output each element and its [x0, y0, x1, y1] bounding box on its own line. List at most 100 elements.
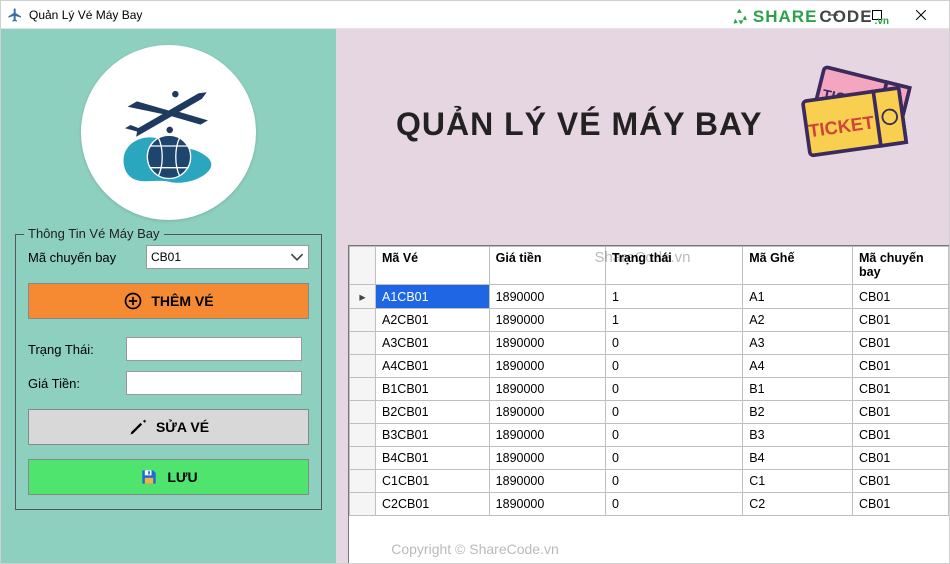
add-ticket-button[interactable]: THÊM VÉ: [28, 283, 309, 319]
table-row[interactable]: B4CB0118900000B4CB01: [350, 447, 949, 470]
cell-mave[interactable]: A4CB01: [376, 355, 490, 378]
cell-macb[interactable]: CB01: [853, 332, 949, 355]
cell-trangthai[interactable]: 0: [606, 401, 743, 424]
cell-giatien[interactable]: 1890000: [489, 355, 605, 378]
row-selector[interactable]: [350, 355, 376, 378]
cell-macb[interactable]: CB01: [853, 355, 949, 378]
cell-macb[interactable]: CB01: [853, 401, 949, 424]
row-selector[interactable]: [350, 424, 376, 447]
cell-macb[interactable]: CB01: [853, 470, 949, 493]
price-input[interactable]: [126, 371, 302, 395]
price-label: Giá Tiền:: [28, 376, 118, 391]
flight-label: Mã chuyến bay: [28, 250, 138, 265]
cell-trangthai[interactable]: 0: [606, 332, 743, 355]
cell-mave[interactable]: B4CB01: [376, 447, 490, 470]
logo: [15, 45, 322, 220]
cell-macb[interactable]: CB01: [853, 493, 949, 516]
cell-maghe[interactable]: C2: [743, 493, 853, 516]
cell-mave[interactable]: C2CB01: [376, 493, 490, 516]
cell-maghe[interactable]: B3: [743, 424, 853, 447]
row-selector[interactable]: [350, 378, 376, 401]
cell-trangthai[interactable]: 0: [606, 424, 743, 447]
cell-mave[interactable]: A1CB01: [376, 285, 490, 309]
col-maghe[interactable]: Mã Ghế: [743, 247, 853, 285]
ticket-info-fieldset: Thông Tin Vé Máy Bay Mã chuyến bay CB01 …: [15, 234, 322, 510]
close-button[interactable]: [899, 3, 943, 27]
col-giatien[interactable]: Giá tiền: [489, 247, 605, 285]
app-icon: [7, 7, 23, 23]
cell-maghe[interactable]: B4: [743, 447, 853, 470]
sharecode-text-code: CODE: [819, 7, 872, 27]
cell-maghe[interactable]: A3: [743, 332, 853, 355]
cell-maghe[interactable]: A4: [743, 355, 853, 378]
cell-maghe[interactable]: B2: [743, 401, 853, 424]
save-label: LƯU: [167, 469, 197, 485]
sharecode-text-share: SHARE: [753, 7, 818, 27]
table-row[interactable]: B1CB0118900000B1CB01: [350, 378, 949, 401]
cell-giatien[interactable]: 1890000: [489, 493, 605, 516]
cell-trangthai[interactable]: 0: [606, 378, 743, 401]
cell-giatien[interactable]: 1890000: [489, 401, 605, 424]
ticket-grid[interactable]: Mã Vé Giá tiền Trạng thái Mã Ghế Mã chuy…: [348, 245, 949, 563]
table-row[interactable]: ▸A1CB0118900001A1CB01: [350, 285, 949, 309]
cell-trangthai[interactable]: 1: [606, 309, 743, 332]
recycle-icon: [731, 7, 751, 27]
edit-ticket-button[interactable]: SỬA VÉ: [28, 409, 309, 445]
cell-giatien[interactable]: 1890000: [489, 378, 605, 401]
table-row[interactable]: A3CB0118900000A3CB01: [350, 332, 949, 355]
cell-mave[interactable]: C1CB01: [376, 470, 490, 493]
cell-mave[interactable]: B2CB01: [376, 401, 490, 424]
flight-select[interactable]: CB01: [146, 245, 309, 269]
row-selector[interactable]: [350, 309, 376, 332]
flight-select-value: CB01: [151, 250, 181, 264]
cell-trangthai[interactable]: 0: [606, 493, 743, 516]
table-row[interactable]: B3CB0118900000B3CB01: [350, 424, 949, 447]
col-mave[interactable]: Mã Vé: [376, 247, 490, 285]
table-row[interactable]: A4CB0118900000A4CB01: [350, 355, 949, 378]
row-selector[interactable]: [350, 401, 376, 424]
cell-giatien[interactable]: 1890000: [489, 424, 605, 447]
cell-trangthai[interactable]: 0: [606, 470, 743, 493]
cell-macb[interactable]: CB01: [853, 424, 949, 447]
price-row: Giá Tiền:: [28, 371, 309, 395]
status-input[interactable]: [126, 337, 302, 361]
cell-maghe[interactable]: A1: [743, 285, 853, 309]
cell-giatien[interactable]: 1890000: [489, 447, 605, 470]
cell-macb[interactable]: CB01: [853, 309, 949, 332]
app-window: Quản Lý Vé Máy Bay: [0, 0, 950, 564]
row-selector[interactable]: [350, 493, 376, 516]
col-trangthai[interactable]: Trạng thái: [606, 247, 743, 285]
cell-macb[interactable]: CB01: [853, 285, 949, 309]
cell-trangthai[interactable]: 0: [606, 355, 743, 378]
row-selector[interactable]: [350, 332, 376, 355]
cell-mave[interactable]: A3CB01: [376, 332, 490, 355]
col-machuyenbay[interactable]: Mã chuyến bay: [853, 247, 949, 285]
table-row[interactable]: B2CB0118900000B2CB01: [350, 401, 949, 424]
page-title: QUẢN LÝ VÉ MÁY BAY: [336, 106, 763, 143]
save-button[interactable]: LƯU: [28, 459, 309, 495]
table-row[interactable]: C1CB0118900000C1CB01: [350, 470, 949, 493]
cell-giatien[interactable]: 1890000: [489, 332, 605, 355]
row-selector[interactable]: [350, 447, 376, 470]
window-title: Quản Lý Vé Máy Bay: [29, 8, 142, 22]
table-row[interactable]: A2CB0118900001A2CB01: [350, 309, 949, 332]
cell-mave[interactable]: B3CB01: [376, 424, 490, 447]
row-selector[interactable]: [350, 470, 376, 493]
cell-mave[interactable]: B1CB01: [376, 378, 490, 401]
cell-maghe[interactable]: C1: [743, 470, 853, 493]
cell-giatien[interactable]: 1890000: [489, 285, 605, 309]
cell-mave[interactable]: A2CB01: [376, 309, 490, 332]
cell-macb[interactable]: CB01: [853, 378, 949, 401]
table-row[interactable]: C2CB0118900000C2CB01: [350, 493, 949, 516]
cell-giatien[interactable]: 1890000: [489, 309, 605, 332]
cell-giatien[interactable]: 1890000: [489, 470, 605, 493]
sharecode-text-vn: .vn: [875, 16, 889, 27]
cell-maghe[interactable]: B1: [743, 378, 853, 401]
cell-maghe[interactable]: A2: [743, 309, 853, 332]
row-selector[interactable]: ▸: [350, 285, 376, 309]
cell-macb[interactable]: CB01: [853, 447, 949, 470]
chevron-down-icon: [290, 250, 304, 264]
floppy-icon: [139, 467, 159, 487]
cell-trangthai[interactable]: 0: [606, 447, 743, 470]
cell-trangthai[interactable]: 1: [606, 285, 743, 309]
